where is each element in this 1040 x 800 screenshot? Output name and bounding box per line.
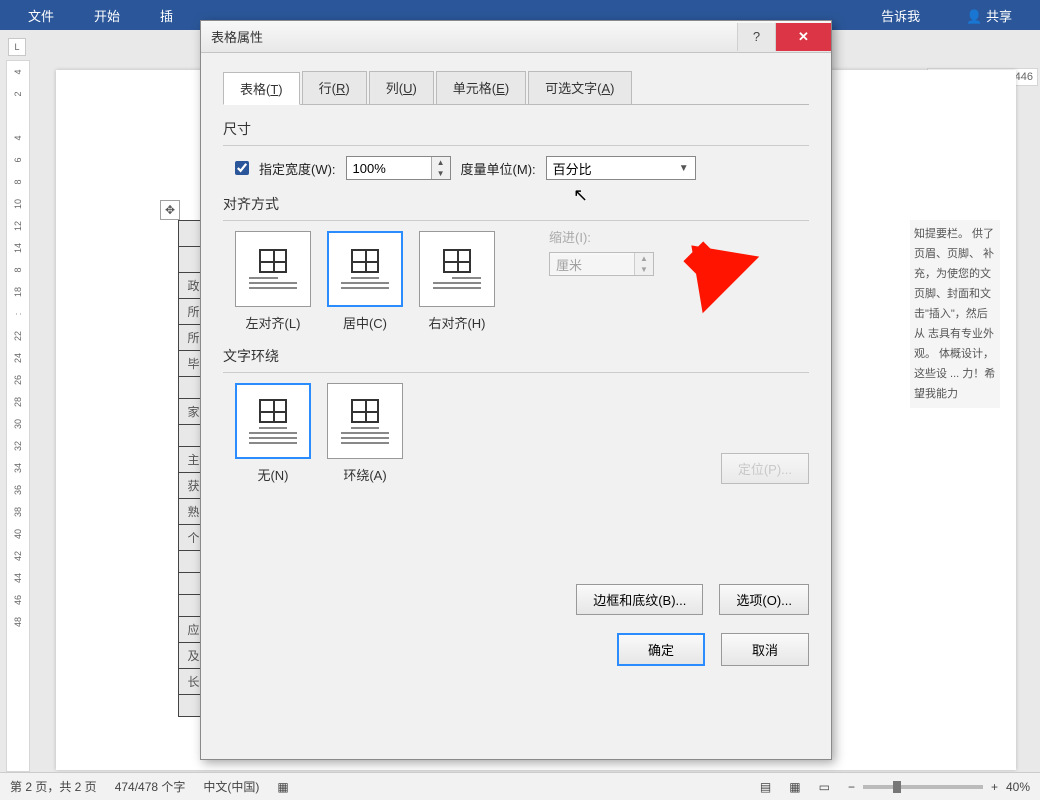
specify-width-label: 指定宽度(W): <box>259 159 336 178</box>
table-icon <box>259 249 287 273</box>
dialog-tab-R[interactable]: 行(R) <box>302 71 367 104</box>
indent-field <box>550 255 634 274</box>
indent-label: 缩进(I): <box>549 227 654 246</box>
table-icon <box>351 249 379 273</box>
dialog-title: 表格属性 <box>211 27 263 46</box>
zoom-in-button[interactable]: + <box>991 780 998 794</box>
options-button[interactable]: 选项(O)... <box>719 584 809 615</box>
view-read-icon[interactable]: ▤ <box>760 780 771 794</box>
vertical-ruler: 42468101214818:2224262830323436384042444… <box>6 60 30 772</box>
ruler-corner: L <box>8 38 26 56</box>
dialog-tabs: 表格(T)行(R)列(U)单元格(E)可选文字(A) <box>223 71 809 105</box>
chevron-down-icon: ▼ <box>679 163 689 174</box>
help-icon: ? <box>753 29 760 44</box>
section-align-label: 对齐方式 <box>223 194 809 214</box>
indent-input: ▲▼ <box>549 252 654 276</box>
zoom-level[interactable]: 40% <box>1006 780 1030 794</box>
page-count: 第 2 页，共 2 页 <box>10 778 97 795</box>
page-margin-text: 知提要栏。 供了页眉、页脚、 补充，为使您的文 页脚、封面和文 击"插入"，然后… <box>910 220 1000 408</box>
table-icon <box>259 399 287 423</box>
help-button[interactable]: ? <box>737 23 775 51</box>
table-icon <box>443 249 471 273</box>
dialog-tab-T[interactable]: 表格(T) <box>223 72 300 105</box>
width-field[interactable] <box>347 159 431 178</box>
share-button[interactable]: 👤 共享 <box>946 2 1032 29</box>
wrap-option-0[interactable]: 无(N) <box>235 383 311 484</box>
spin-down-icon[interactable]: ▼ <box>432 168 450 179</box>
ribbon-tab-home[interactable]: 开始 <box>74 2 140 29</box>
dialog-titlebar[interactable]: 表格属性 ? ✕ <box>201 21 831 53</box>
table-properties-dialog: 表格属性 ? ✕ 表格(T)行(R)列(U)单元格(E)可选文字(A) 尺寸 指… <box>200 20 832 760</box>
ribbon-tab-file[interactable]: 文件 <box>8 2 74 29</box>
close-icon: ✕ <box>798 29 809 45</box>
close-button[interactable]: ✕ <box>775 23 831 51</box>
locate-button: 定位(P)... <box>721 453 809 484</box>
specify-width-checkbox[interactable] <box>235 161 249 175</box>
border-shading-button[interactable]: 边框和底纹(B)... <box>576 584 703 615</box>
table-move-handle[interactable]: ✥ <box>160 200 180 220</box>
align-option-1[interactable]: 居中(C) <box>327 231 403 332</box>
word-count[interactable]: 474/478 个字 <box>115 778 186 795</box>
cancel-button[interactable]: 取消 <box>721 633 809 666</box>
table-icon <box>351 399 379 423</box>
tell-me[interactable]: 告诉我 <box>861 2 940 29</box>
unit-value: 百分比 <box>553 159 592 178</box>
unit-select[interactable]: 百分比 ▼ <box>546 156 696 180</box>
language[interactable]: 中文(中国) <box>203 778 259 795</box>
zoom-slider[interactable] <box>863 785 983 789</box>
view-web-icon[interactable]: ▭ <box>819 780 830 794</box>
wrap-option-1[interactable]: 环绕(A) <box>327 383 403 484</box>
unit-label: 度量单位(M): <box>461 159 536 178</box>
dialog-tab-E[interactable]: 单元格(E) <box>436 71 526 104</box>
zoom-out-button[interactable]: − <box>848 780 855 794</box>
dialog-tab-A[interactable]: 可选文字(A) <box>528 71 631 104</box>
align-option-2[interactable]: 右对齐(H) <box>419 231 495 332</box>
indent-spinner: ▲▼ <box>634 253 653 275</box>
width-spinner[interactable]: ▲▼ <box>431 157 450 179</box>
status-bar: 第 2 页，共 2 页 474/478 个字 中文(中国) ▦ ▤ ▦ ▭ − … <box>0 772 1040 800</box>
section-size-label: 尺寸 <box>223 119 809 139</box>
section-wrap-label: 文字环绕 <box>223 346 809 366</box>
share-icon: 👤 <box>966 9 982 24</box>
width-input[interactable]: ▲▼ <box>346 156 451 180</box>
view-print-icon[interactable]: ▦ <box>789 780 800 794</box>
ok-button[interactable]: 确定 <box>617 633 705 666</box>
macro-icon[interactable]: ▦ <box>277 780 288 794</box>
spin-up-icon[interactable]: ▲ <box>432 157 450 168</box>
dialog-tab-U[interactable]: 列(U) <box>369 71 434 104</box>
align-option-0[interactable]: 左对齐(L) <box>235 231 311 332</box>
ribbon-tab-insert[interactable]: 插 <box>140 2 193 29</box>
